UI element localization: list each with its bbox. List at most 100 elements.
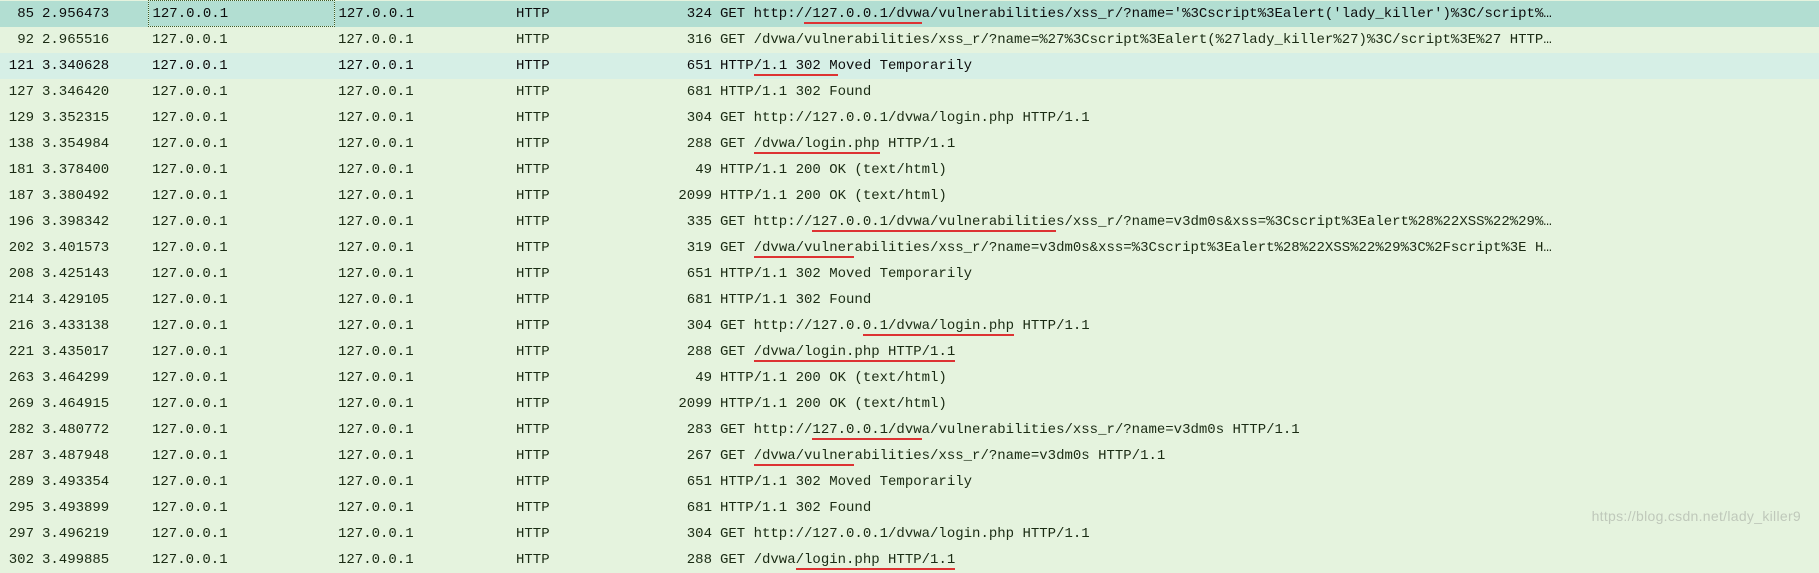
packet-no-cell: 127 (0, 79, 38, 105)
packet-dest-cell: 127.0.0.1 (334, 313, 512, 339)
table-row[interactable]: 2973.496219127.0.0.1127.0.0.1HTTP304GET … (0, 521, 1819, 547)
packet-time-cell: 3.398342 (38, 209, 148, 235)
table-row[interactable]: 852.956473127.0.0.1127.0.0.1HTTP324GET h… (0, 1, 1819, 27)
table-row[interactable]: 2023.401573127.0.0.1127.0.0.1HTTP319GET … (0, 235, 1819, 261)
packet-protocol-cell: HTTP (512, 1, 660, 27)
packet-no-cell: 287 (0, 443, 38, 469)
packet-no-cell: 138 (0, 131, 38, 157)
packet-no-cell: 85 (0, 1, 38, 27)
table-row[interactable]: 1963.398342127.0.0.1127.0.0.1HTTP335GET … (0, 209, 1819, 235)
table-row[interactable]: 1813.378400127.0.0.1127.0.0.1HTTP49HTTP/… (0, 157, 1819, 183)
packet-dest-cell: 127.0.0.1 (334, 209, 512, 235)
packet-info-cell: HTTP/1.1 302 Moved Temporarily (716, 53, 1819, 79)
packet-source-cell: 127.0.0.1 (148, 547, 334, 573)
packet-dest-cell: 127.0.0.1 (334, 131, 512, 157)
table-row[interactable]: 2083.425143127.0.0.1127.0.0.1HTTP651HTTP… (0, 261, 1819, 287)
table-row[interactable]: 2893.493354127.0.0.1127.0.0.1HTTP651HTTP… (0, 469, 1819, 495)
packet-no-cell: 181 (0, 157, 38, 183)
packet-length-cell: 324 (660, 1, 716, 27)
packet-info-cell: GET http://127.0.0.1/dvwa/login.php HTTP… (716, 313, 1819, 339)
packet-time-cell: 3.401573 (38, 235, 148, 261)
packet-protocol-cell: HTTP (512, 391, 660, 417)
table-row[interactable]: 3023.499885127.0.0.1127.0.0.1HTTP288GET … (0, 547, 1819, 573)
packet-length-cell: 681 (660, 495, 716, 521)
table-row[interactable]: 2823.480772127.0.0.1127.0.0.1HTTP283GET … (0, 417, 1819, 443)
packet-protocol-cell: HTTP (512, 53, 660, 79)
packet-list-table[interactable]: 852.956473127.0.0.1127.0.0.1HTTP324GET h… (0, 0, 1819, 573)
packet-info-cell: GET /dvwa/login.php HTTP/1.1 (716, 339, 1819, 365)
packet-source-cell: 127.0.0.1 (148, 131, 334, 157)
packet-dest-cell: 127.0.0.1 (334, 183, 512, 209)
packet-source-cell: 127.0.0.1 (148, 391, 334, 417)
packet-length-cell: 651 (660, 53, 716, 79)
packet-length-cell: 681 (660, 287, 716, 313)
packet-source-cell: 127.0.0.1 (148, 469, 334, 495)
packet-no-cell: 121 (0, 53, 38, 79)
packet-source-cell: 127.0.0.1 (148, 53, 334, 79)
packet-source-cell: 127.0.0.1 (148, 209, 334, 235)
packet-time-cell: 3.429105 (38, 287, 148, 313)
packet-length-cell: 283 (660, 417, 716, 443)
packet-no-cell: 187 (0, 183, 38, 209)
packet-protocol-cell: HTTP (512, 287, 660, 313)
table-row[interactable]: 2213.435017127.0.0.1127.0.0.1HTTP288GET … (0, 339, 1819, 365)
packet-source-cell: 127.0.0.1 (148, 313, 334, 339)
packet-protocol-cell: HTTP (512, 105, 660, 131)
packet-dest-cell: 127.0.0.1 (334, 287, 512, 313)
packet-dest-cell: 127.0.0.1 (334, 365, 512, 391)
table-row[interactable]: 2163.433138127.0.0.1127.0.0.1HTTP304GET … (0, 313, 1819, 339)
table-row[interactable]: 1293.352315127.0.0.1127.0.0.1HTTP304GET … (0, 105, 1819, 131)
packet-protocol-cell: HTTP (512, 79, 660, 105)
packet-protocol-cell: HTTP (512, 417, 660, 443)
packet-info-cell: HTTP/1.1 302 Moved Temporarily (716, 261, 1819, 287)
packet-info-cell: GET http://127.0.0.1/dvwa/login.php HTTP… (716, 105, 1819, 131)
packet-time-cell: 3.425143 (38, 261, 148, 287)
table-row[interactable]: 2633.464299127.0.0.1127.0.0.1HTTP49HTTP/… (0, 365, 1819, 391)
table-row[interactable]: 1273.346420127.0.0.1127.0.0.1HTTP681HTTP… (0, 79, 1819, 105)
table-row[interactable]: 1213.340628127.0.0.1127.0.0.1HTTP651HTTP… (0, 53, 1819, 79)
packet-dest-cell: 127.0.0.1 (334, 521, 512, 547)
packet-info-cell: GET /dvwa/login.php HTTP/1.1 (716, 547, 1819, 573)
packet-info-cell: GET http://127.0.0.1/dvwa/login.php HTTP… (716, 521, 1819, 547)
packet-source-cell: 127.0.0.1 (148, 417, 334, 443)
packet-length-cell: 288 (660, 339, 716, 365)
packet-no-cell: 92 (0, 27, 38, 53)
packet-length-cell: 651 (660, 469, 716, 495)
packet-no-cell: 196 (0, 209, 38, 235)
table-row[interactable]: 2873.487948127.0.0.1127.0.0.1HTTP267GET … (0, 443, 1819, 469)
table-row[interactable]: 922.965516127.0.0.1127.0.0.1HTTP316GET /… (0, 27, 1819, 53)
packet-info-cell: GET http://127.0.0.1/dvwa/vulnerabilitie… (716, 417, 1819, 443)
packet-time-cell: 3.352315 (38, 105, 148, 131)
table-row[interactable]: 1873.380492127.0.0.1127.0.0.1HTTP2099HTT… (0, 183, 1819, 209)
table-row[interactable]: 2693.464915127.0.0.1127.0.0.1HTTP2099HTT… (0, 391, 1819, 417)
packet-time-cell: 3.464915 (38, 391, 148, 417)
table-row[interactable]: 2953.493899127.0.0.1127.0.0.1HTTP681HTTP… (0, 495, 1819, 521)
packet-info-cell: GET /dvwa/vulnerabilities/xss_r/?name=v3… (716, 235, 1819, 261)
packet-no-cell: 208 (0, 261, 38, 287)
packet-no-cell: 129 (0, 105, 38, 131)
packet-info-cell: HTTP/1.1 200 OK (text/html) (716, 183, 1819, 209)
packet-dest-cell: 127.0.0.1 (334, 339, 512, 365)
packet-no-cell: 289 (0, 469, 38, 495)
packet-info-cell: HTTP/1.1 302 Found (716, 495, 1819, 521)
packet-no-cell: 302 (0, 547, 38, 573)
packet-dest-cell: 127.0.0.1 (334, 157, 512, 183)
table-row[interactable]: 2143.429105127.0.0.1127.0.0.1HTTP681HTTP… (0, 287, 1819, 313)
packet-time-cell: 2.956473 (38, 1, 148, 27)
packet-length-cell: 651 (660, 261, 716, 287)
packet-protocol-cell: HTTP (512, 547, 660, 573)
packet-source-cell: 127.0.0.1 (148, 183, 334, 209)
packet-time-cell: 3.354984 (38, 131, 148, 157)
packet-time-cell: 3.493354 (38, 469, 148, 495)
packet-protocol-cell: HTTP (512, 469, 660, 495)
packet-no-cell: 202 (0, 235, 38, 261)
packet-length-cell: 288 (660, 547, 716, 573)
packet-dest-cell: 127.0.0.1 (334, 1, 512, 27)
packet-protocol-cell: HTTP (512, 27, 660, 53)
packet-protocol-cell: HTTP (512, 235, 660, 261)
packet-time-cell: 3.433138 (38, 313, 148, 339)
packet-protocol-cell: HTTP (512, 183, 660, 209)
packet-source-cell: 127.0.0.1 (148, 1, 334, 27)
table-row[interactable]: 1383.354984127.0.0.1127.0.0.1HTTP288GET … (0, 131, 1819, 157)
packet-no-cell: 216 (0, 313, 38, 339)
